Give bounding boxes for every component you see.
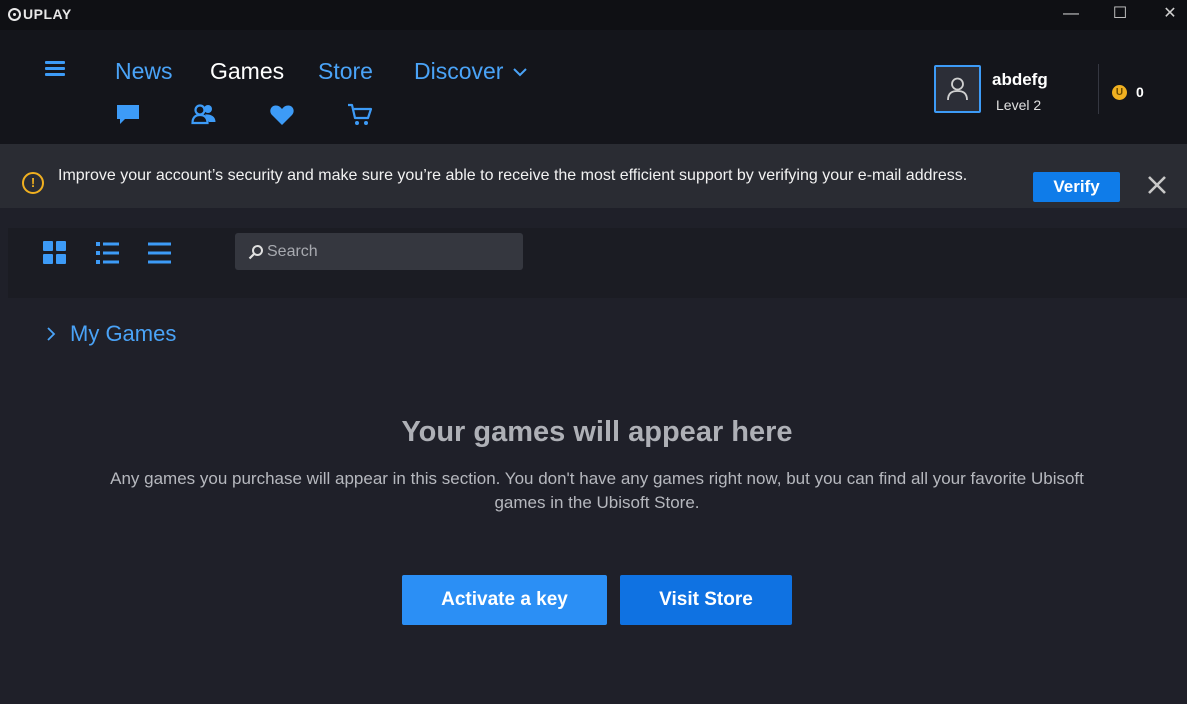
nav-news[interactable]: News: [115, 58, 173, 85]
logo-text: UPLAY: [23, 6, 72, 22]
avatar[interactable]: [934, 65, 981, 113]
verify-button[interactable]: Verify: [1033, 172, 1120, 202]
minimize-button[interactable]: —: [1059, 4, 1083, 24]
list-view-icon[interactable]: [95, 240, 121, 266]
top-header: News Games Store Discover abdefg Level 2…: [0, 30, 1187, 144]
cart-icon[interactable]: [347, 102, 373, 128]
hamburger-menu-icon[interactable]: [45, 61, 65, 77]
uplay-logo: UPLAY: [8, 6, 72, 22]
chevron-right-icon: [47, 327, 56, 341]
nav-store[interactable]: Store: [318, 58, 373, 85]
security-banner: ! Improve your account’s security and ma…: [0, 144, 1187, 208]
chevron-down-icon: [513, 67, 528, 76]
user-silhouette-icon: [947, 77, 968, 101]
activate-key-button[interactable]: Activate a key: [402, 575, 607, 625]
search-input[interactable]: [235, 233, 523, 270]
title-bar: UPLAY — ☐ ✕: [0, 0, 1187, 30]
close-window-button[interactable]: ✕: [1158, 4, 1182, 24]
nav-games[interactable]: Games: [210, 58, 284, 85]
empty-state-text: Any games you purchase will appear in th…: [110, 469, 1084, 512]
username[interactable]: abdefg: [992, 70, 1048, 90]
wishlist-heart-icon[interactable]: [269, 102, 295, 128]
coin-count: 0: [1136, 84, 1144, 100]
coin-icon: U: [1112, 85, 1127, 100]
maximize-button[interactable]: ☐: [1108, 4, 1132, 24]
close-icon[interactable]: [1146, 174, 1168, 196]
nav-discover[interactable]: Discover: [414, 58, 528, 85]
my-games-section-toggle[interactable]: My Games: [46, 321, 176, 347]
empty-state-title: Your games will appear here: [401, 416, 793, 448]
visit-store-button[interactable]: Visit Store: [620, 575, 792, 625]
chat-icon[interactable]: [115, 102, 141, 128]
header-divider: [1098, 64, 1099, 114]
banner-message: Improve your account’s security and make…: [58, 167, 968, 184]
nav-discover-label: Discover: [414, 58, 504, 84]
user-level: Level 2: [996, 97, 1042, 113]
grid-view-icon[interactable]: [42, 240, 68, 266]
games-main: My Games Your games will appear here Any…: [0, 208, 1187, 704]
friends-icon[interactable]: [191, 102, 217, 128]
warning-icon: !: [22, 172, 44, 194]
section-title: My Games: [70, 321, 177, 346]
ubisoft-swirl-icon: [8, 7, 21, 21]
compact-list-view-icon[interactable]: [147, 240, 173, 266]
search-icon: [248, 245, 263, 260]
view-toolbar: [8, 228, 1187, 298]
